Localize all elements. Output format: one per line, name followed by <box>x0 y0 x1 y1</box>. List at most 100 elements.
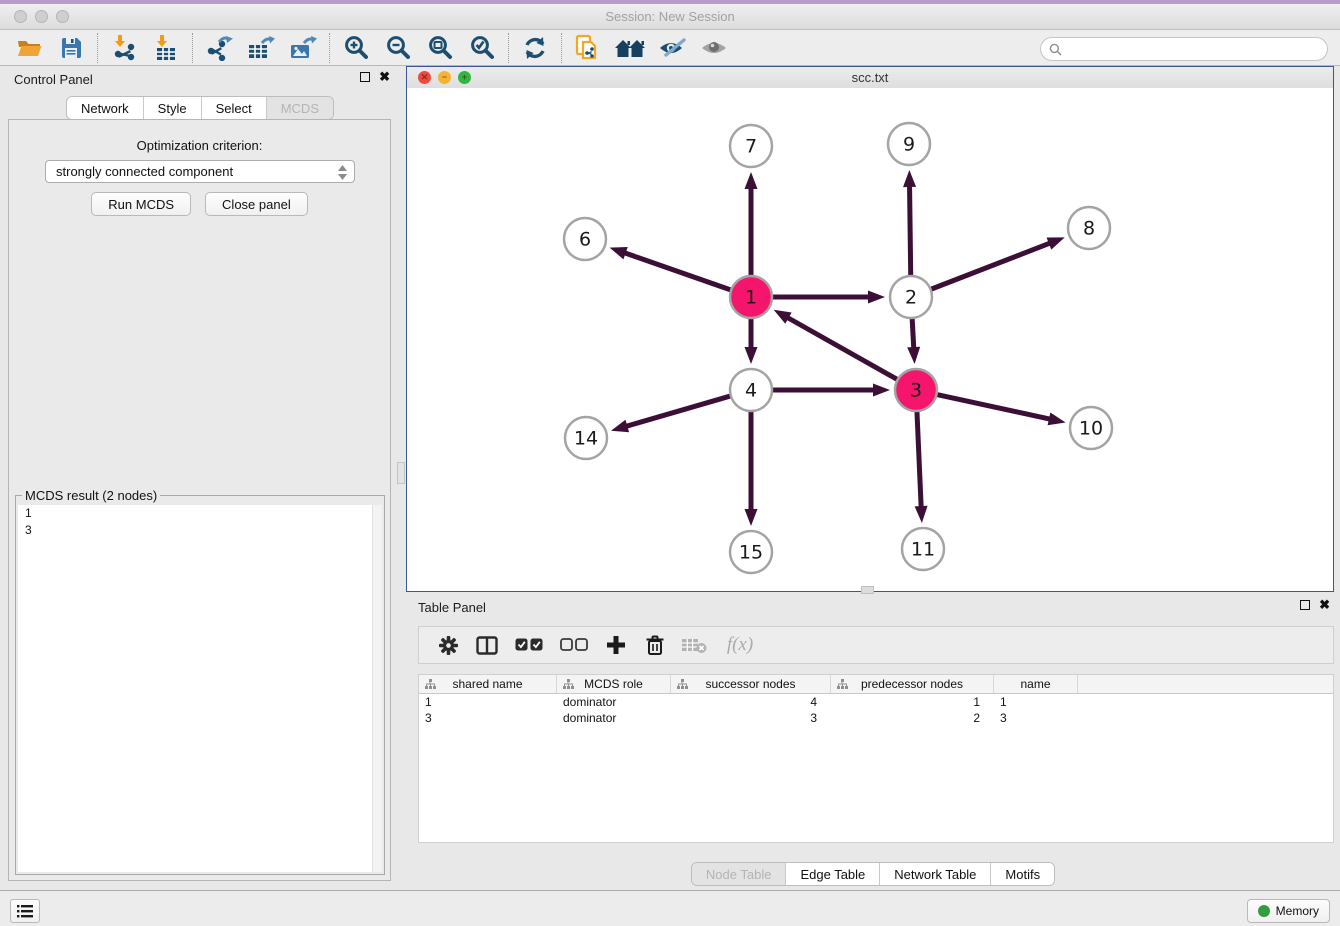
import-table-button[interactable] <box>145 32 187 64</box>
column-header-successor-nodes[interactable]: successor nodes <box>671 675 831 693</box>
close-table-panel-icon[interactable]: ✖ <box>1319 600 1330 610</box>
search-input[interactable] <box>1066 41 1327 57</box>
cell-shared-name[interactable]: 3 <box>419 710 557 726</box>
export-image-button[interactable] <box>282 32 324 64</box>
zoom-selected-button[interactable] <box>461 32 503 64</box>
graph-edge-3-10[interactable] <box>935 394 1051 419</box>
export-table-button[interactable] <box>240 32 282 64</box>
graph-edge-1-6[interactable] <box>624 253 733 291</box>
cell-predecessor-nodes[interactable]: 2 <box>831 710 994 726</box>
graph-edge-3-11[interactable] <box>917 409 921 508</box>
cell-name[interactable]: 1 <box>994 694 1078 710</box>
table-toolbar: f(x) <box>418 626 1334 664</box>
graph-node-9[interactable]: 9 <box>888 123 930 165</box>
delete-columns-button[interactable] <box>640 630 670 660</box>
graph-node-4[interactable]: 4 <box>730 369 772 411</box>
home-view-button[interactable] <box>609 32 651 64</box>
copy-network-view-button[interactable] <box>567 32 609 64</box>
export-network-button[interactable] <box>198 32 240 64</box>
hide-selected-button[interactable] <box>651 32 693 64</box>
graph-arrowhead <box>915 506 928 523</box>
graph-edge-2-9[interactable] <box>910 185 911 278</box>
tab-select[interactable]: Select <box>201 97 266 119</box>
delete-table-button[interactable] <box>679 630 709 660</box>
graph-node-14[interactable]: 14 <box>565 417 607 459</box>
select-all-button[interactable] <box>511 630 547 660</box>
graph-edge-4-14[interactable] <box>625 395 732 426</box>
column-header-mcds-role[interactable]: MCDS role <box>557 675 671 693</box>
float-panel-icon[interactable] <box>360 72 370 82</box>
cell-name[interactable]: 3 <box>994 710 1078 726</box>
criterion-select[interactable]: strongly connected component <box>45 160 355 183</box>
graph-edge-3-1[interactable] <box>787 317 900 381</box>
zoom-out-button[interactable] <box>377 32 419 64</box>
graph-arrowhead <box>907 347 920 364</box>
graph-node-8[interactable]: 8 <box>1068 207 1110 249</box>
graph-node-10[interactable]: 10 <box>1070 407 1112 449</box>
network-canvas[interactable]: 1 2 3 4 6 7 8 9 10 11 14 15 <box>407 88 1333 591</box>
zoom-in-button[interactable] <box>335 32 377 64</box>
graph-node-11[interactable]: 11 <box>902 528 944 570</box>
criterion-value: strongly connected component <box>56 164 233 179</box>
home-icon <box>615 36 645 60</box>
tab-node-table[interactable]: Node Table <box>692 863 786 885</box>
graph-edge-2-3[interactable] <box>912 316 914 349</box>
cell-predecessor-nodes[interactable]: 1 <box>831 694 994 710</box>
panel-divider-grip[interactable] <box>397 462 405 484</box>
graph-node-3[interactable]: 3 <box>895 369 937 411</box>
close-panel-icon[interactable]: ✖ <box>379 72 390 82</box>
cell-mcds-role[interactable]: dominator <box>557 710 671 726</box>
open-session-button[interactable] <box>8 32 50 64</box>
network-graph[interactable]: 1 2 3 4 6 7 8 9 10 11 14 15 <box>407 88 1333 591</box>
table-settings-button[interactable] <box>433 630 463 660</box>
refresh-view-button[interactable] <box>514 32 556 64</box>
add-column-button[interactable] <box>601 630 631 660</box>
memory-button[interactable]: Memory <box>1247 899 1330 923</box>
function-icon: f(x) <box>727 634 753 656</box>
network-titlebar[interactable]: ✕ − + scc.txt <box>407 67 1333 89</box>
horizontal-divider-grip[interactable] <box>861 586 874 594</box>
save-session-button[interactable] <box>50 32 92 64</box>
float-table-panel-icon[interactable] <box>1300 600 1310 610</box>
copy-network-icon <box>574 34 602 62</box>
run-mcds-button[interactable]: Run MCDS <box>91 192 191 216</box>
refresh-icon <box>522 35 548 61</box>
column-header-predecessor-nodes[interactable]: predecessor nodes <box>831 675 994 693</box>
graph-node-2[interactable]: 2 <box>890 276 932 318</box>
graph-node-15[interactable]: 15 <box>730 531 772 573</box>
cell-mcds-role[interactable]: dominator <box>557 694 671 710</box>
zoom-fit-button[interactable] <box>419 32 461 64</box>
function-builder-button[interactable]: f(x) <box>718 630 762 660</box>
split-view-button[interactable] <box>472 630 502 660</box>
tab-network-table[interactable]: Network Table <box>879 863 990 885</box>
show-all-button[interactable] <box>693 32 735 64</box>
graph-arrowhead <box>873 384 890 397</box>
tree-icon <box>563 679 574 689</box>
mcds-result-list[interactable]: 1 3 <box>18 505 382 872</box>
column-header-name[interactable]: name <box>994 675 1078 693</box>
deselect-all-button[interactable] <box>556 630 592 660</box>
tab-edge-table[interactable]: Edge Table <box>785 863 879 885</box>
task-history-button[interactable] <box>10 899 40 923</box>
tab-motifs[interactable]: Motifs <box>990 863 1054 885</box>
cell-shared-name[interactable]: 1 <box>419 694 557 710</box>
cell-successor-nodes[interactable]: 3 <box>671 710 831 726</box>
tab-mcds[interactable]: MCDS <box>266 97 333 119</box>
table-panel: Table Panel ✖ <box>406 594 1340 890</box>
tab-network[interactable]: Network <box>67 97 143 119</box>
tab-style[interactable]: Style <box>143 97 201 119</box>
tree-icon <box>677 679 688 689</box>
result-scrollbar[interactable] <box>372 505 382 872</box>
graph-node-7[interactable]: 7 <box>730 125 772 167</box>
export-network-icon <box>205 35 233 61</box>
close-panel-button[interactable]: Close panel <box>205 192 308 216</box>
graph-edge-2-8[interactable] <box>929 243 1051 290</box>
graph-node-6[interactable]: 6 <box>564 218 606 260</box>
table-row[interactable]: 3 dominator 3 2 3 <box>419 710 1333 726</box>
column-header-shared-name[interactable]: shared name <box>419 675 557 693</box>
graph-node-1[interactable]: 1 <box>730 276 772 318</box>
import-network-button[interactable] <box>103 32 145 64</box>
column-header-filler <box>1078 675 1333 693</box>
cell-successor-nodes[interactable]: 4 <box>671 694 831 710</box>
table-row[interactable]: 1 dominator 4 1 1 <box>419 694 1333 710</box>
